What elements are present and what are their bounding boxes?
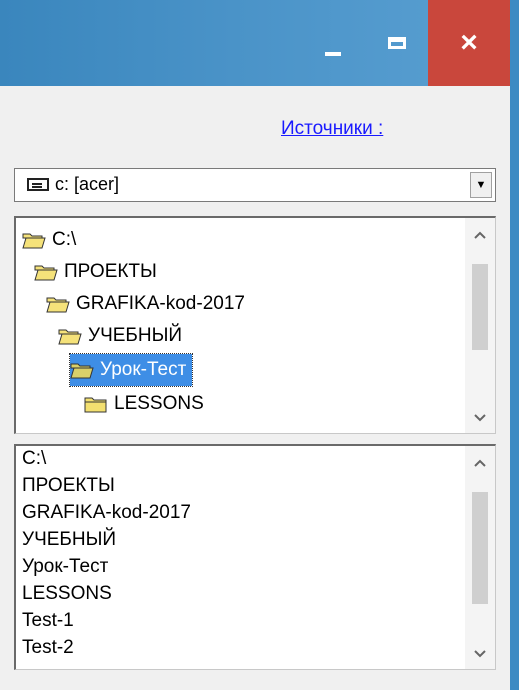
path-list-scrollbar[interactable] [465,446,495,669]
open-folder-icon [70,361,94,379]
open-folder-icon [22,231,46,249]
open-folder-icon [58,327,82,345]
drive-select-value: c: [acer] [55,174,120,194]
folder-tree-item[interactable]: Урок-Тест [68,353,194,387]
path-list-item[interactable]: GRAFIKA-kod-2017 [22,502,191,524]
closed-folder-icon [84,395,108,413]
sources-link[interactable]: Источники : [281,118,383,140]
folder-tree-item[interactable]: УЧЕБНЫЙ [58,320,188,352]
drive-select[interactable]: c: [acer] ▼ [14,168,496,202]
title-bar: × [0,0,519,86]
open-folder-icon [34,263,58,281]
path-list[interactable]: C:\ ПРОЕКТЫ GRAFIKA-kod-2017 УЧЕБНЫЙ Урок-Те… [14,444,496,670]
folder-tree-item-label: УЧЕБНЫЙ [88,325,183,346]
folder-tree-item-label: C:\ [52,229,77,250]
path-list-item[interactable]: Урок-Тест [22,556,108,578]
window-border [510,86,519,690]
folder-tree-item[interactable]: C:\ [22,224,82,256]
chevron-down-icon: ▼ [475,179,487,191]
maximize-button[interactable] [366,0,428,86]
scroll-up-arrow-icon[interactable] [465,222,495,248]
folder-tree-item-label: LESSONS [114,393,204,414]
folder-tree-item[interactable]: LESSONS [84,388,210,420]
path-list-item[interactable]: LESSONS [22,583,112,605]
folder-tree-item-label: Урок-Тест [100,359,187,380]
maximize-icon [388,37,406,49]
path-list-item[interactable]: Test-1 [22,610,74,632]
path-list-item[interactable]: Test-2 [22,637,74,659]
path-list-item[interactable]: УЧЕБНЫЙ [22,529,116,551]
drive-select-dropdown-button[interactable]: ▼ [470,172,492,198]
scroll-thumb[interactable] [472,264,488,350]
drive-icon [27,178,49,191]
minimize-icon [325,52,341,56]
scroll-thumb[interactable] [472,492,488,604]
close-button[interactable]: × [428,0,510,86]
window-border [510,0,519,86]
scroll-up-arrow-icon[interactable] [465,450,495,476]
scroll-down-arrow-icon[interactable] [465,641,495,667]
folder-tree-item[interactable]: ПРОЕКТЫ [34,256,163,288]
path-list-item[interactable]: ПРОЕКТЫ [22,475,115,497]
close-icon: × [460,26,478,59]
path-list-item[interactable]: C:\ [22,448,46,470]
folder-tree[interactable]: C:\ ПРОЕКТЫ GRAFIKA-kod-2017 УЧЕБНЫЙ Урок-Те… [14,216,496,434]
folder-tree-scrollbar[interactable] [465,218,495,433]
open-folder-icon [46,295,70,313]
minimize-button[interactable] [300,0,366,86]
folder-tree-item-label: GRAFIKA-kod-2017 [76,293,245,314]
scroll-down-arrow-icon[interactable] [465,405,495,431]
folder-tree-item[interactable]: GRAFIKA-kod-2017 [46,288,251,320]
folder-tree-item-label: ПРОЕКТЫ [64,261,157,282]
